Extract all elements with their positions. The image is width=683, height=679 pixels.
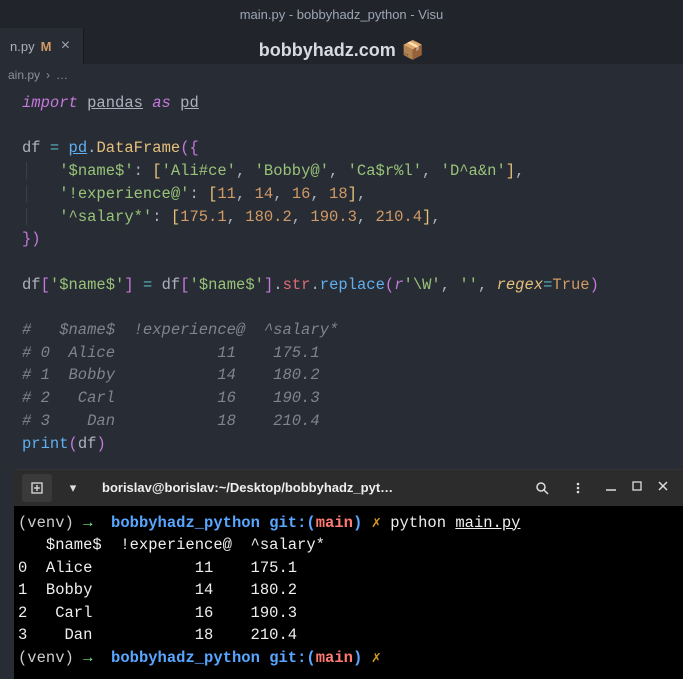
watermark: bobbyhadz.com 📦 (259, 40, 424, 61)
var-df: df (22, 139, 41, 157)
term-output-row: 2 Carl 16 190.3 (18, 604, 297, 622)
cmd-python: python (390, 514, 446, 532)
fn-print: print (22, 435, 69, 453)
open-brace: ({ (180, 139, 199, 157)
terminal-titlebar: ▾ borislav@borislav:~/Desktop/bobbyhadz_… (14, 470, 683, 506)
dirty-icon: ✗ (372, 514, 381, 532)
prompt-venv: (venv) (18, 514, 74, 532)
method-replace: replace (320, 276, 385, 294)
prompt-git: git: (269, 514, 306, 532)
term-output-row: 3 Dan 18 210.4 (18, 626, 297, 644)
dict-key-salary: '^salary*' (59, 208, 152, 226)
terminal-panel: ▾ borislav@borislav:~/Desktop/bobbyhadz_… (14, 469, 683, 679)
window-title-bar: main.py - bobbyhadz_python - Visu (0, 0, 683, 28)
minimize-icon (605, 480, 617, 492)
dict-key-exp: '!experience@' (59, 185, 189, 203)
comment-row: # 0 Alice 11 175.1 (22, 344, 320, 362)
prompt-dir: bobbyhadz_python (111, 514, 260, 532)
dict-key-name: '$name$' (59, 162, 133, 180)
search-icon (535, 481, 549, 495)
watermark-text: bobbyhadz.com (259, 40, 396, 61)
breadcrumb-file: ain.py (8, 68, 40, 82)
kebab-icon (571, 481, 585, 495)
new-tab-icon (30, 481, 44, 495)
close-brace: }) (22, 230, 41, 248)
prompt-branch: main (316, 514, 353, 532)
comment-row: # 3 Dan 18 210.4 (22, 412, 320, 430)
file-tab[interactable]: n.py M × (0, 28, 84, 64)
new-tab-button[interactable] (22, 474, 52, 502)
cube-icon: 📦 (402, 40, 424, 61)
code-editor[interactable]: import pandas as pd df = pd.DataFrame({ … (0, 86, 683, 461)
breadcrumb-more: … (56, 68, 68, 82)
ref-pd: pd (69, 139, 88, 157)
term-output-row: 1 Bobby 14 180.2 (18, 581, 297, 599)
breadcrumb[interactable]: ain.py › … (0, 64, 683, 86)
prompt-arrow-icon: → (83, 514, 92, 532)
tab-dropdown-button[interactable]: ▾ (58, 474, 88, 502)
tab-modified-indicator: M (41, 39, 52, 54)
tab-file-name: n.py (10, 39, 35, 54)
chevron-down-icon: ▾ (70, 480, 77, 496)
close-button[interactable] (657, 480, 669, 495)
term-output-header: $name$ !experience@ ^salary* (18, 536, 325, 554)
keyword-import: import (22, 94, 78, 112)
comment-row: # 1 Bobby 14 180.2 (22, 366, 320, 384)
search-button[interactable] (527, 474, 557, 502)
op-assign: = (50, 139, 59, 157)
class-dataframe: DataFrame (96, 139, 180, 157)
minimize-button[interactable] (605, 480, 617, 495)
comment-header: # $name$ !experience@ ^salary* (22, 321, 338, 339)
maximize-button[interactable] (631, 480, 643, 495)
terminal-body[interactable]: (venv) → bobbyhadz_python git:(main) ✗ p… (14, 506, 683, 679)
chevron-right-icon: › (46, 68, 50, 82)
keyword-as: as (152, 94, 171, 112)
module-pandas: pandas (87, 94, 143, 112)
menu-button[interactable] (563, 474, 593, 502)
close-icon (657, 480, 669, 492)
cmd-file: main.py (455, 514, 520, 532)
window-title: main.py - bobbyhadz_python - Visu (240, 7, 444, 22)
terminal-title: borislav@borislav:~/Desktop/bobbyhadz_py… (94, 480, 521, 495)
comment-row: # 2 Carl 16 190.3 (22, 389, 320, 407)
alias-pd: pd (180, 94, 199, 112)
close-icon[interactable]: × (57, 37, 73, 55)
maximize-icon (631, 480, 643, 492)
term-output-row: 0 Alice 11 175.1 (18, 559, 297, 577)
